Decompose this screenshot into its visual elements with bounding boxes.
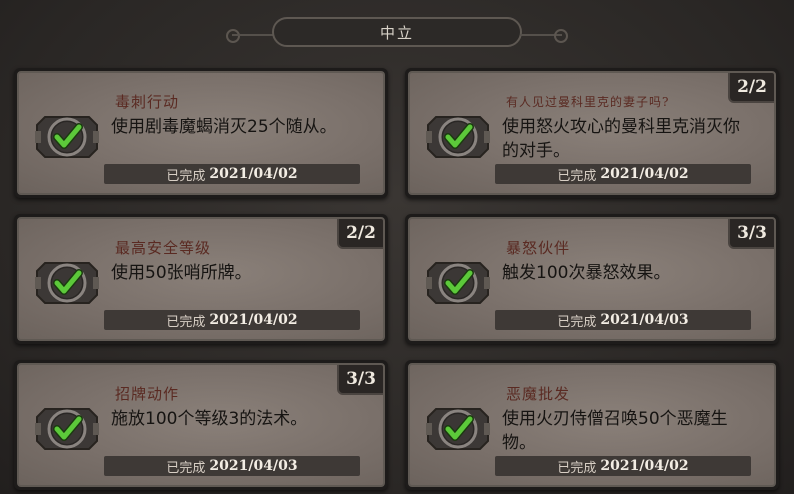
checkmark-icon bbox=[35, 116, 99, 158]
achievement-card-body: 暴怒伙伴 触发100次暴怒效果。 已完成 2021/04/03 3/3 bbox=[408, 217, 776, 341]
completion-bar: 已完成 2021/04/03 bbox=[104, 456, 360, 476]
progress-badge: 2/2 bbox=[728, 73, 774, 103]
achievement-card[interactable]: 恶魔批发 使用火刃侍僧召唤50个恶魔生物。 已完成 2021/04/02 bbox=[405, 360, 779, 490]
completed-label: 已完成 bbox=[557, 168, 597, 184]
completion-date: 2021/04/03 bbox=[209, 458, 298, 474]
completion-date: 2021/04/03 bbox=[600, 312, 689, 328]
achievement-title: 最高安全等级 bbox=[115, 239, 212, 257]
completion-bar: 已完成 2021/04/02 bbox=[104, 310, 360, 330]
achievement-card-body: 毒刺行动 使用剧毒魔蝎消灭25个随从。 已完成 2021/04/02 bbox=[17, 71, 385, 195]
achievement-description: 使用火刃侍僧召唤50个恶魔生物。 bbox=[502, 409, 728, 453]
header-ornament-left bbox=[226, 29, 240, 43]
achievement-title: 毒刺行动 bbox=[115, 93, 180, 111]
header-divider-left bbox=[232, 34, 274, 36]
achievement-title: 暴怒伙伴 bbox=[506, 239, 571, 257]
progress-badge: 2/2 bbox=[337, 219, 383, 249]
achievement-description: 施放100个等级3的法术。 bbox=[111, 409, 308, 429]
achievement-card[interactable]: 招牌动作 施放100个等级3的法术。 已完成 2021/04/03 3/3 bbox=[14, 360, 388, 490]
checkmark-icon bbox=[35, 408, 99, 450]
achievement-card[interactable]: 有人见过曼科里克的妻子吗? 使用怒火攻心的曼科里克消灭你的对手。 已完成 202… bbox=[405, 68, 779, 198]
completion-date: 2021/04/02 bbox=[600, 166, 689, 182]
achievement-title: 恶魔批发 bbox=[506, 385, 571, 403]
completed-label: 已完成 bbox=[166, 314, 206, 330]
achievement-card[interactable]: 最高安全等级 使用50张哨所牌。 已完成 2021/04/02 2/2 bbox=[14, 214, 388, 344]
completion-date: 2021/04/02 bbox=[209, 312, 298, 328]
achievement-card-body: 恶魔批发 使用火刃侍僧召唤50个恶魔生物。 已完成 2021/04/02 bbox=[408, 363, 776, 487]
completion-date: 2021/04/02 bbox=[209, 166, 298, 182]
checkmark-icon bbox=[426, 116, 490, 158]
progress-badge: 3/3 bbox=[337, 365, 383, 395]
completed-label: 已完成 bbox=[166, 460, 206, 476]
achievement-card[interactable]: 毒刺行动 使用剧毒魔蝎消灭25个随从。 已完成 2021/04/02 bbox=[14, 68, 388, 198]
progress-badge: 3/3 bbox=[728, 219, 774, 249]
achievement-card-body: 有人见过曼科里克的妻子吗? 使用怒火攻心的曼科里克消灭你的对手。 已完成 202… bbox=[408, 71, 776, 195]
completed-label: 已完成 bbox=[557, 314, 597, 330]
completion-bar: 已完成 2021/04/02 bbox=[495, 456, 751, 476]
category-title: 中立 bbox=[272, 17, 522, 47]
achievement-card-body: 最高安全等级 使用50张哨所牌。 已完成 2021/04/02 2/2 bbox=[17, 217, 385, 341]
achievement-card-body: 招牌动作 施放100个等级3的法术。 已完成 2021/04/03 3/3 bbox=[17, 363, 385, 487]
achievement-card[interactable]: 暴怒伙伴 触发100次暴怒效果。 已完成 2021/04/03 3/3 bbox=[405, 214, 779, 344]
completion-bar: 已完成 2021/04/02 bbox=[104, 164, 360, 184]
achievement-description: 使用剧毒魔蝎消灭25个随从。 bbox=[111, 117, 337, 137]
header-ornament-right bbox=[554, 29, 568, 43]
checkmark-icon bbox=[35, 262, 99, 304]
achievement-description: 触发100次暴怒效果。 bbox=[502, 263, 671, 283]
completion-bar: 已完成 2021/04/02 bbox=[495, 164, 751, 184]
completion-bar: 已完成 2021/04/03 bbox=[495, 310, 751, 330]
checkmark-icon bbox=[426, 408, 490, 450]
achievement-description: 使用50张哨所牌。 bbox=[111, 263, 252, 283]
completed-label: 已完成 bbox=[166, 168, 206, 184]
achievement-description: 使用怒火攻心的曼科里克消灭你的对手。 bbox=[502, 117, 740, 161]
completion-date: 2021/04/02 bbox=[600, 458, 689, 474]
achievement-title: 有人见过曼科里克的妻子吗? bbox=[506, 95, 670, 109]
completed-label: 已完成 bbox=[557, 460, 597, 476]
checkmark-icon bbox=[426, 262, 490, 304]
achievement-title: 招牌动作 bbox=[115, 385, 180, 403]
